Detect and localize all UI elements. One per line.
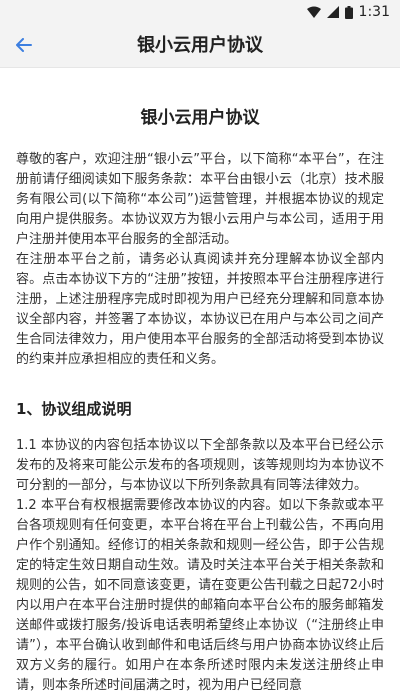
document-title: 银小云用户协议 [140,108,260,128]
intro-paragraph: 在注册本平台之前，请务必认真阅读并充分理解本协议全部内容。点击本协议下方的“注册… [16,252,384,367]
agreement-content[interactable]: 银小云用户协议 尊敬的客户，欢迎注册“银小云”平台，以下简称“本平台”，在注册前… [0,68,400,700]
app-bar: 银小云用户协议 [0,24,400,68]
signal-icon [326,6,339,18]
intro-paragraph: 尊敬的客户，欢迎注册“银小云”平台，以下简称“本平台”，在注册前请仔细阅读如下服… [16,152,384,247]
app-bar-title: 银小云用户协议 [137,35,263,56]
section-title: 1、协议组成说明 [16,400,132,418]
section-paragraph: 1.2 本平台有权根据需要修改本协议的内容。如以下条款或本平台各项规则有任何变更… [16,498,384,693]
status-bar: 1:31 [0,0,400,24]
battery-icon [344,5,353,19]
section-paragraph: 1.1 本协议的内容包括本协议以下全部条款以及本平台已经公示发布的及将来可能公示… [16,438,384,493]
status-time: 1:31 [358,4,390,20]
wifi-icon [306,6,321,18]
